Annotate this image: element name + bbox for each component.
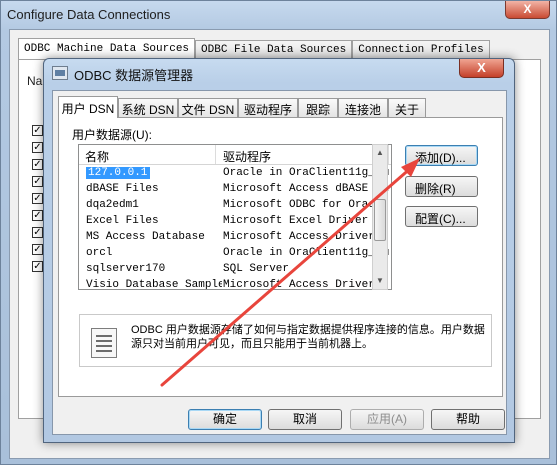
help-button[interactable]: 帮助 bbox=[431, 409, 505, 430]
outer-row-checkbox[interactable]: ✓ bbox=[32, 159, 43, 170]
scroll-thumb[interactable] bbox=[374, 199, 386, 241]
scroll-down-arrow-icon[interactable]: ▼ bbox=[373, 273, 387, 289]
dsn-name: Visio Database Samples bbox=[86, 279, 222, 290]
dsn-driver: Oracle in OraClient11g_home bbox=[223, 167, 389, 179]
outer-tab-strip: ODBC Machine Data Sources ODBC File Data… bbox=[18, 38, 490, 60]
column-divider[interactable] bbox=[388, 145, 389, 164]
outer-row-checkbox[interactable]: ✓ bbox=[32, 261, 43, 272]
outer-close-button[interactable]: X bbox=[505, 1, 550, 19]
list-header: 名称 驱动程序 bbox=[79, 145, 391, 165]
remove-button[interactable]: 删除(R) bbox=[405, 176, 478, 197]
dsn-name: MS Access Database bbox=[86, 231, 205, 243]
dsn-driver: Microsoft ODBC for Oracle bbox=[223, 199, 389, 211]
tab-connection-pooling[interactable]: 连接池 bbox=[338, 98, 388, 117]
list-item[interactable]: 127.0.0.1 Oracle in OraClient11g_home bbox=[79, 166, 391, 182]
dsn-name: dBASE Files bbox=[86, 183, 159, 195]
dsn-driver: Microsoft Access Driver (*. bbox=[223, 231, 389, 243]
tab-connection-profiles[interactable]: Connection Profiles bbox=[352, 40, 490, 60]
ok-button[interactable]: 确定 bbox=[188, 409, 262, 430]
outer-window-title: Configure Data Connections bbox=[7, 7, 171, 22]
tab-odbc-file-data-sources[interactable]: ODBC File Data Sources bbox=[195, 40, 353, 60]
scroll-up-arrow-icon[interactable]: ▲ bbox=[373, 145, 387, 161]
outer-row-checkbox[interactable]: ✓ bbox=[32, 142, 43, 153]
outer-row-checkbox[interactable]: ✓ bbox=[32, 125, 43, 136]
dialog-close-button[interactable]: X bbox=[459, 59, 504, 78]
list-item[interactable]: sqlserver170 SQL Server bbox=[79, 262, 391, 278]
outer-row-checkbox[interactable]: ✓ bbox=[32, 193, 43, 204]
outer-column-header: Na bbox=[27, 74, 43, 88]
column-header-name[interactable]: 名称 bbox=[85, 148, 109, 165]
dialog-client-area: 用户 DSN 系统 DSN 文件 DSN 驱动程序 跟踪 连接池 关于 用户数据… bbox=[52, 90, 507, 435]
dialog-title: ODBC 数据源管理器 bbox=[74, 68, 194, 83]
column-header-driver[interactable]: 驱动程序 bbox=[223, 148, 271, 165]
outer-row-checkbox[interactable]: ✓ bbox=[32, 176, 43, 187]
document-icon bbox=[91, 328, 117, 358]
dsn-driver: Oracle in OraClient11g_home bbox=[223, 247, 389, 259]
list-item[interactable]: Visio Database Samples Microsoft Access … bbox=[79, 278, 391, 290]
outer-row-checkbox[interactable]: ✓ bbox=[32, 244, 43, 255]
info-text: ODBC 用户数据源存储了如何与指定数据提供程序连接的信息。用户数据源只对当前用… bbox=[131, 324, 485, 350]
tab-system-dsn[interactable]: 系统 DSN bbox=[118, 98, 178, 117]
dsn-name: dqa2edm1 bbox=[86, 199, 139, 211]
list-item[interactable]: Excel Files Microsoft Excel Driver (*.x bbox=[79, 214, 391, 230]
tab-file-dsn[interactable]: 文件 DSN bbox=[178, 98, 238, 117]
odbc-data-source-administrator-dialog: ODBC 数据源管理器 X 用户 DSN 系统 DSN 文件 DSN 驱动程序 … bbox=[43, 58, 515, 443]
user-dsn-panel: 用户数据源(U): 名称 驱动程序 127.0.0.1 Oracle in Or… bbox=[58, 117, 503, 397]
dsn-driver: Microsoft Access Driver (*. bbox=[223, 279, 389, 290]
dsn-driver: SQL Server bbox=[223, 263, 290, 275]
tab-drivers[interactable]: 驱动程序 bbox=[238, 98, 298, 117]
list-item[interactable]: dBASE Files Microsoft Access dBASE Driv bbox=[79, 182, 391, 198]
tab-user-dsn[interactable]: 用户 DSN bbox=[58, 96, 118, 118]
add-button[interactable]: 添加(D)... bbox=[405, 145, 478, 166]
user-data-sources-label: 用户数据源(U): bbox=[72, 128, 152, 142]
column-divider[interactable] bbox=[215, 145, 216, 164]
info-box: ODBC 用户数据源存储了如何与指定数据提供程序连接的信息。用户数据源只对当前用… bbox=[79, 314, 492, 367]
dsn-name: sqlserver170 bbox=[86, 263, 166, 275]
tab-about[interactable]: 关于 bbox=[388, 98, 426, 117]
list-item[interactable]: orcl Oracle in OraClient11g_home bbox=[79, 246, 391, 262]
cancel-button[interactable]: 取消 bbox=[268, 409, 342, 430]
user-data-sources-list[interactable]: 名称 驱动程序 127.0.0.1 Oracle in OraClient11g… bbox=[78, 144, 392, 290]
outer-row-checkbox[interactable]: ✓ bbox=[32, 227, 43, 238]
tab-odbc-machine-data-sources[interactable]: ODBC Machine Data Sources bbox=[18, 38, 196, 60]
dsn-name: orcl bbox=[86, 247, 113, 259]
dsn-driver: Microsoft Excel Driver (*.x bbox=[223, 215, 389, 227]
apply-button[interactable]: 应用(A) bbox=[350, 409, 424, 430]
list-item[interactable]: MS Access Database Microsoft Access Driv… bbox=[79, 230, 391, 246]
dsn-name: 127.0.0.1 bbox=[86, 167, 150, 179]
tab-tracing[interactable]: 跟踪 bbox=[298, 98, 338, 117]
dsn-name: Excel Files bbox=[86, 215, 159, 227]
list-item[interactable]: dqa2edm1 Microsoft ODBC for Oracle bbox=[79, 198, 391, 214]
configure-button[interactable]: 配置(C)... bbox=[405, 206, 478, 227]
list-vertical-scrollbar[interactable]: ▲ ▼ bbox=[372, 144, 388, 290]
outer-row-checkbox[interactable]: ✓ bbox=[32, 210, 43, 221]
dsn-driver: Microsoft Access dBASE Driv bbox=[223, 183, 389, 195]
odbc-app-icon bbox=[52, 66, 68, 80]
